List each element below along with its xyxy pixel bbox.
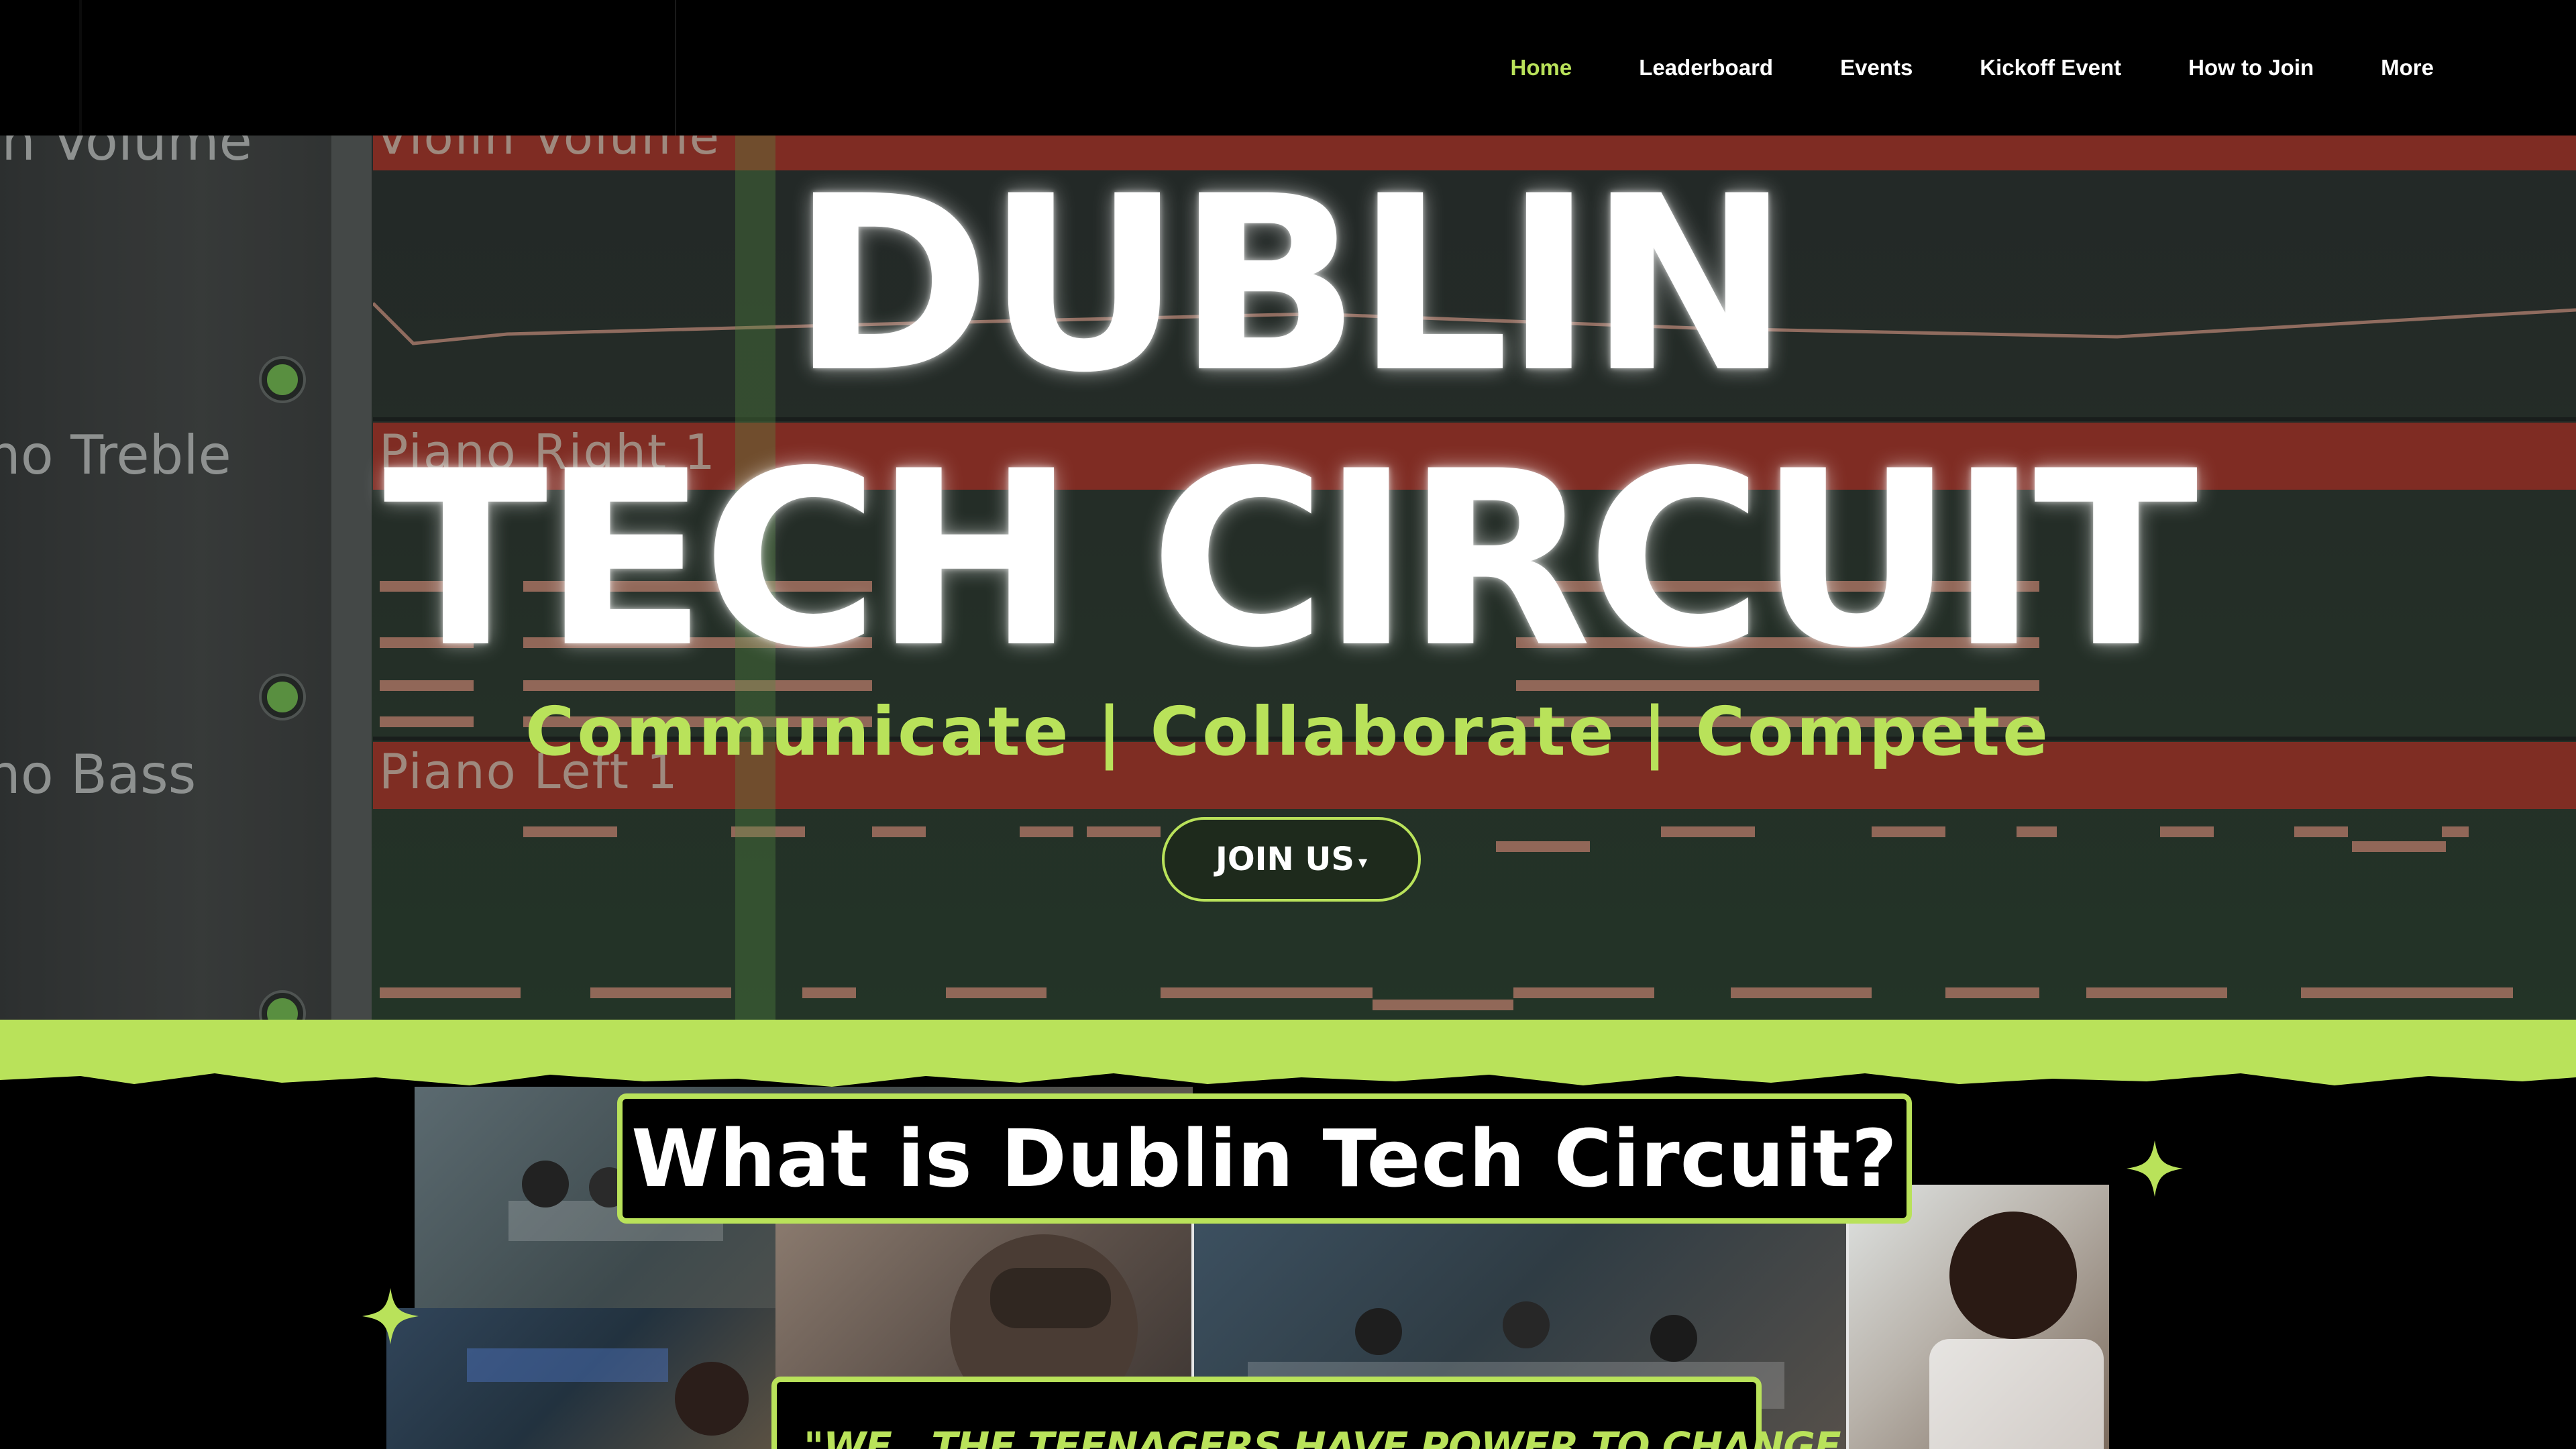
hero-title-line-1: DUBLIN [790, 144, 1790, 425]
logo-divider [79, 0, 82, 136]
quote-box: "WE , THE TEENAGERS HAVE POWER TO CHANGE [771, 1377, 1841, 1449]
nav-item-more[interactable]: More [2381, 55, 2434, 80]
about-title: What is Dublin Tech Circuit? [617, 1093, 1912, 1224]
about-section: What is Dublin Tech Circuit? "WE , THE T… [0, 1087, 2576, 1449]
hero-title-line-2: TECH CIRCUIT [383, 419, 2198, 700]
glasses-shape [990, 1268, 1111, 1328]
nav-item-events[interactable]: Events [1840, 55, 1913, 80]
main-nav: Home Leaderboard Events Kickoff Event Ho… [1444, 0, 2434, 136]
classroom-photo [386, 1308, 775, 1449]
person-shape [1503, 1301, 1550, 1348]
nav-item-how-to-join[interactable]: How to Join [2188, 55, 2314, 80]
photo-separator [1846, 1221, 1849, 1449]
chairs-shape [467, 1348, 668, 1382]
person-shape [1355, 1308, 1402, 1355]
person-shape [1949, 1212, 2077, 1339]
person-shape [522, 1161, 569, 1208]
person-shape [675, 1362, 749, 1436]
nav-item-home[interactable]: Home [1511, 55, 1572, 80]
shirt-shape [1929, 1339, 2104, 1449]
sparkle-icon [2127, 1140, 2183, 1197]
student-portrait-photo [1849, 1185, 2109, 1449]
person-shape [1650, 1315, 1697, 1362]
hero-tagline: Communicate | Collaborate | Compete [525, 692, 2051, 771]
top-navigation-bar: Home Leaderboard Events Kickoff Event Ho… [0, 0, 2576, 136]
logo-area[interactable] [0, 0, 676, 136]
join-us-button[interactable]: JOIN US ▾ [1162, 817, 1421, 902]
sparkle-icon [362, 1288, 419, 1344]
chevron-down-icon: ▾ [1358, 853, 1367, 873]
nav-item-leaderboard[interactable]: Leaderboard [1639, 55, 1773, 80]
join-us-label: JOIN US [1215, 841, 1354, 878]
nav-item-kickoff-event[interactable]: Kickoff Event [1980, 55, 2121, 80]
quote-text: "WE , THE TEENAGERS HAVE POWER TO CHANGE [804, 1424, 1841, 1449]
